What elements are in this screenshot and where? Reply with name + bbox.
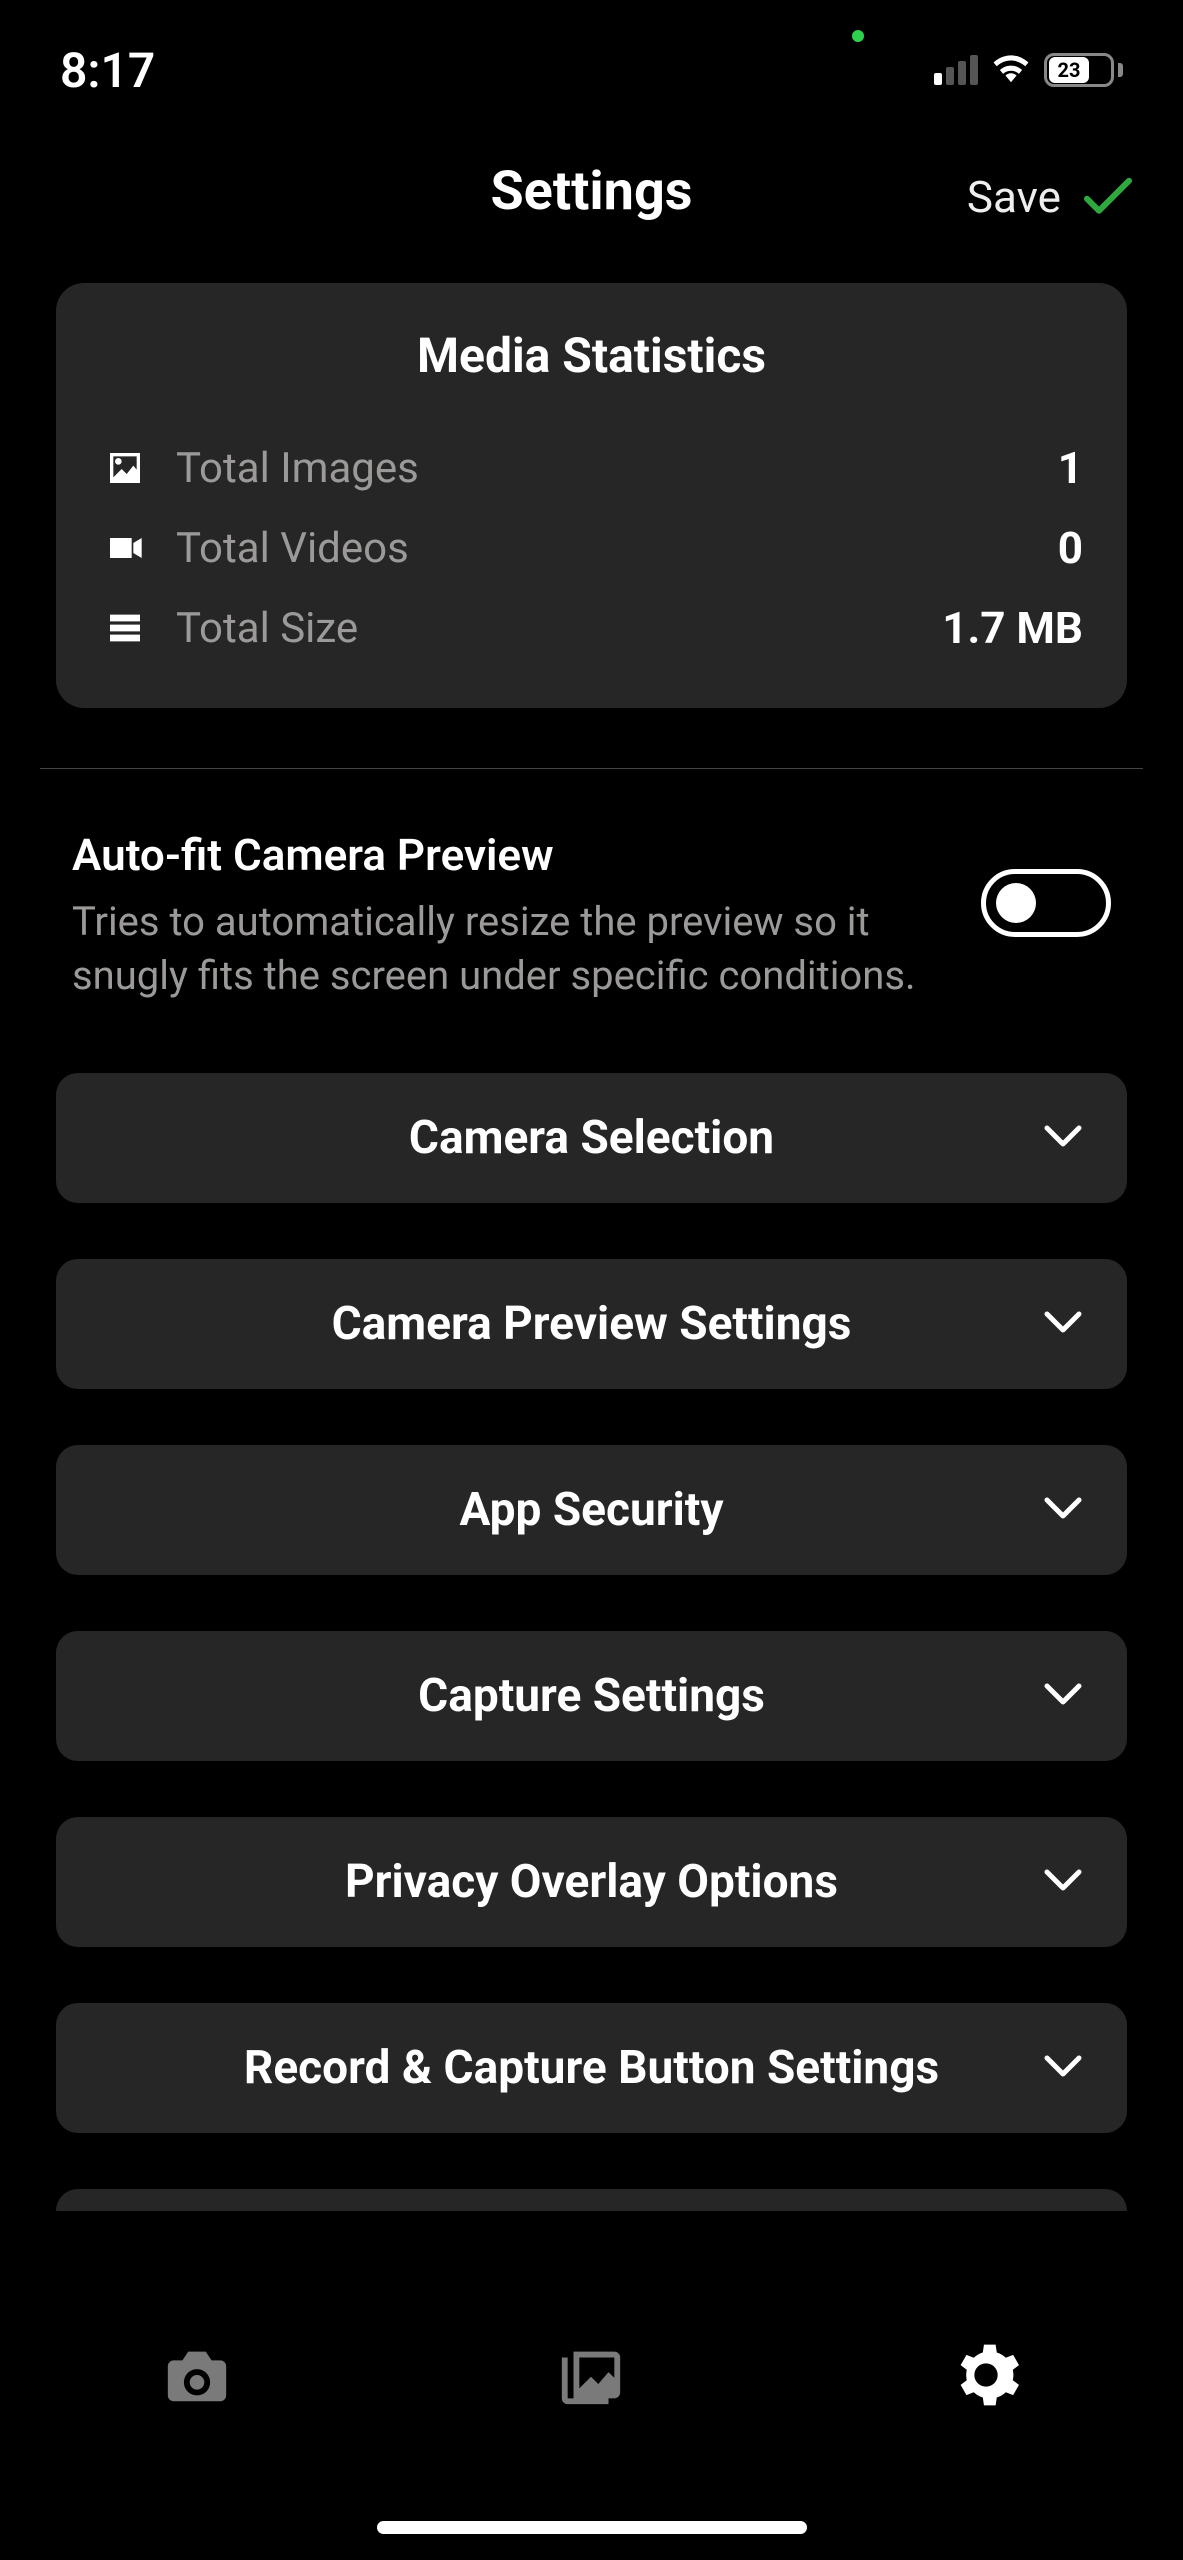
section-label: Camera Preview Settings [242,1297,942,1351]
section-privacy-overlay-options[interactable]: Privacy Overlay Options [56,1817,1127,1947]
cellular-signal-icon [934,55,978,85]
media-statistics-title: Media Statistics [100,327,1083,384]
divider [40,768,1143,769]
section-label: App Security [370,1483,814,1537]
toggle-knob [996,883,1036,923]
stat-label: Total Size [176,604,942,653]
chevron-down-icon [1043,1494,1083,1526]
video-icon [100,528,150,568]
section-record-capture-button-settings[interactable]: Record & Capture Button Settings [56,2003,1127,2133]
chevron-down-icon [1043,2052,1083,2084]
image-icon [100,448,150,488]
stat-row-images: Total Images 1 [100,428,1083,508]
tab-settings[interactable] [951,2340,1021,2414]
section-label: Record & Capture Button Settings [154,2041,1029,2095]
status-right: 23 [934,53,1123,87]
chevron-down-icon [1043,1866,1083,1898]
save-label: Save [967,170,1061,222]
battery-indicator: 23 [1044,53,1123,87]
section-peek [56,2189,1127,2211]
chevron-down-icon [1043,1680,1083,1712]
status-bar: 8:17 23 [0,0,1183,120]
status-time: 8:17 [60,42,155,99]
stat-value: 0 [1058,522,1083,574]
section-label: Privacy Overlay Options [255,1855,928,1909]
tab-camera[interactable] [162,2340,232,2414]
wifi-icon [992,53,1030,87]
home-indicator[interactable] [377,2521,807,2534]
media-statistics-card: Media Statistics Total Images 1 Total Vi… [56,283,1127,708]
section-camera-preview-settings[interactable]: Camera Preview Settings [56,1259,1127,1389]
storage-icon [100,608,150,648]
chevron-down-icon [1043,1308,1083,1340]
autofit-description: Tries to automatically resize the previe… [72,895,941,1003]
stat-value: 1 [1058,442,1083,494]
section-camera-selection[interactable]: Camera Selection [56,1073,1127,1203]
stat-label: Total Images [176,444,1058,493]
content: Media Statistics Total Images 1 Total Vi… [0,283,1183,2211]
tab-gallery[interactable] [556,2340,626,2414]
checkmark-icon [1083,176,1133,216]
chevron-down-icon [1043,1122,1083,1154]
privacy-indicator-dot [852,30,864,42]
save-button[interactable]: Save [967,170,1133,222]
stat-row-videos: Total Videos 0 [100,508,1083,588]
stat-label: Total Videos [176,524,1058,573]
section-app-security[interactable]: App Security [56,1445,1127,1575]
page-title: Settings [490,160,692,223]
autofit-title: Auto-fit Camera Preview [72,829,941,881]
app-header: Settings Save [0,120,1183,283]
section-capture-settings[interactable]: Capture Settings [56,1631,1127,1761]
autofit-setting: Auto-fit Camera Preview Tries to automat… [56,829,1127,1003]
battery-level: 23 [1049,57,1089,83]
autofit-toggle[interactable] [981,869,1111,937]
section-label: Camera Selection [319,1111,864,1165]
section-label: Capture Settings [328,1669,855,1723]
stat-value: 1.7 MB [942,602,1083,654]
stat-row-size: Total Size 1.7 MB [100,588,1083,668]
